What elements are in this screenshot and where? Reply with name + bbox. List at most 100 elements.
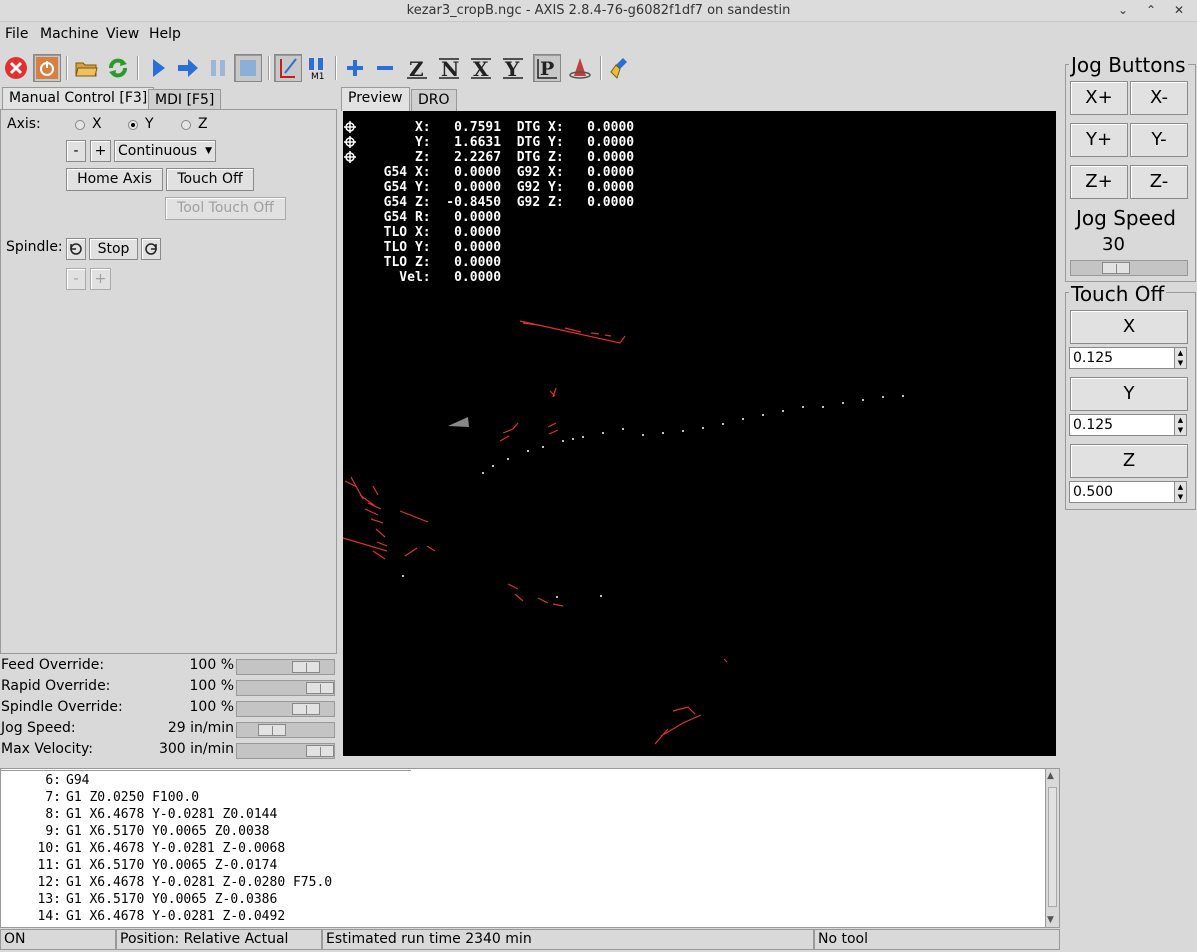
gcode-line[interactable]: 7: G1 Z0.0250 F100.0 — [1, 789, 199, 806]
view-z2-icon[interactable]: N — [435, 54, 463, 82]
touch-off-y-button[interactable]: Y — [1070, 377, 1188, 411]
scroll-up-icon[interactable]: ▲ — [1047, 771, 1054, 781]
axis-y-radio[interactable] — [128, 120, 138, 130]
override-value: 300 in/min — [158, 741, 234, 757]
dro-line: G54 R: 0.0000 — [368, 210, 502, 225]
gcode-listing[interactable]: 6: G94 7: G1 Z0.0250 F100.0 8: G1 X6.4678 Y-0… — [0, 768, 1060, 928]
step-icon[interactable] — [174, 54, 202, 82]
window-titlebar: kezar3_cropB.ngc - AXIS 2.8.4-76-g6082f1… — [0, 0, 1197, 22]
spin-arrows-icon[interactable]: ▲ ▼ — [1174, 348, 1186, 368]
spindle-stop-button[interactable]: Stop — [89, 238, 138, 260]
slider-thumb[interactable] — [292, 703, 320, 715]
override-label: Rapid Override: — [1, 678, 111, 694]
slider-thumb[interactable] — [292, 661, 320, 673]
jog-increment-value: Continuous — [118, 143, 198, 159]
close-window-button[interactable]: ✕ — [1174, 0, 1184, 20]
axis-z-radio[interactable] — [181, 120, 191, 130]
pause-icon[interactable] — [204, 54, 232, 82]
jog-minus-button[interactable]: - — [66, 140, 86, 162]
menu-machine[interactable]: Machine — [40, 26, 99, 42]
jog-x-minus-button[interactable]: X- — [1130, 81, 1188, 115]
touch-off-y-field[interactable]: 0.125 ▲ ▼ — [1069, 414, 1187, 436]
view-z-icon[interactable]: Z — [403, 54, 431, 82]
gcode-line[interactable]: 6: G94 — [1, 772, 89, 789]
svg-text:M1: M1 — [311, 72, 325, 80]
tab-preview[interactable]: Preview — [341, 87, 410, 111]
dro-line: TLO Z: 0.0000 — [368, 255, 502, 270]
rotate-view-icon[interactable] — [566, 54, 594, 82]
gcode-line[interactable]: 10: G1 X6.4678 Y-0.0281 Z-0.0068 — [1, 840, 286, 857]
tab-manual-control[interactable]: Manual Control [F3] — [2, 87, 155, 111]
zoom-in-icon[interactable] — [341, 54, 369, 82]
axis-x-radio[interactable] — [75, 120, 85, 130]
reload-icon[interactable] — [104, 54, 132, 82]
override-slider[interactable] — [236, 659, 335, 675]
gcode-line[interactable]: 9: G1 X6.5170 Y0.0065 Z0.0038 — [1, 823, 269, 840]
override-slider[interactable] — [236, 722, 335, 738]
touch-off-button[interactable]: Touch Off — [166, 168, 254, 191]
gcode-line[interactable]: 11: G1 X6.5170 Y0.0065 Z-0.0174 — [1, 857, 278, 874]
menu-file[interactable]: File — [5, 26, 28, 42]
line-code: G94 — [66, 773, 90, 788]
block-delete-icon[interactable] — [274, 54, 302, 82]
gcode-line[interactable]: 8: G1 X6.4678 Y-0.0281 Z0.0144 — [1, 806, 277, 823]
toolpath-preview[interactable]: X: 0.7591 DTG X: 0.0000 Y: 1.6631 DTG Y:… — [343, 111, 1056, 756]
slider-thumb[interactable] — [306, 745, 334, 757]
spin-arrows-icon[interactable]: ▲ ▼ — [1174, 415, 1186, 435]
jog-y-plus-button[interactable]: Y+ — [1070, 123, 1128, 157]
home-axis-button[interactable]: Home Axis — [66, 168, 163, 191]
gcode-line[interactable]: 13: G1 X6.5170 Y0.0065 Z-0.0386 — [1, 891, 278, 908]
view-x-icon[interactable]: X — [467, 54, 495, 82]
menu-help[interactable]: Help — [149, 26, 181, 42]
touch-off-x-button[interactable]: X — [1070, 310, 1188, 344]
clear-plot-icon[interactable] — [607, 54, 635, 82]
jog-z-minus-button[interactable]: Z- — [1130, 165, 1188, 199]
dro-line: Y: 1.6631 DTG Y: 0.0000 — [368, 135, 635, 150]
spindle-cw-icon[interactable] — [141, 238, 161, 260]
listing-scrollbar[interactable]: ▲ ▼ — [1045, 769, 1059, 927]
jog-speed-slider[interactable] — [1070, 260, 1188, 276]
tab-dro[interactable]: DRO — [411, 89, 457, 111]
spindle-plus-button[interactable]: + — [90, 268, 111, 290]
open-icon[interactable] — [72, 54, 100, 82]
slider-thumb[interactable] — [306, 682, 334, 694]
zoom-out-icon[interactable] — [371, 54, 399, 82]
jog-y-minus-button[interactable]: Y- — [1130, 123, 1188, 157]
line-code: G1 Z0.0250 F100.0 — [66, 790, 200, 805]
jog-x-plus-button[interactable]: X+ — [1070, 81, 1128, 115]
power-icon[interactable] — [33, 54, 61, 82]
gcode-line[interactable]: 14: G1 X6.4678 Y-0.0281 Z-0.0492 — [1, 908, 286, 925]
override-slider[interactable] — [236, 680, 335, 696]
optional-stop-icon[interactable]: M1 — [303, 54, 331, 82]
line-number: 8: — [45, 807, 61, 822]
touch-off-x-field[interactable]: 0.125 ▲ ▼ — [1069, 347, 1187, 369]
view-y-icon[interactable]: Y — [499, 54, 527, 82]
svg-text:N: N — [441, 57, 459, 80]
touch-off-z-field[interactable]: 0.500 ▲ ▼ — [1069, 481, 1187, 503]
minimize-button[interactable]: ⌄ — [1118, 0, 1128, 20]
override-slider[interactable] — [236, 701, 335, 717]
spindle-ccw-icon[interactable] — [66, 238, 86, 260]
menu-view[interactable]: View — [106, 26, 139, 42]
jog-z-plus-button[interactable]: Z+ — [1070, 165, 1128, 199]
spin-arrows-icon[interactable]: ▲ ▼ — [1174, 482, 1186, 502]
scroll-down-icon[interactable]: ▼ — [1047, 915, 1054, 925]
restore-button[interactable]: ⌃ — [1146, 0, 1156, 20]
estop-icon[interactable] — [2, 54, 30, 82]
status-machine-state: ON — [0, 929, 116, 950]
spindle-label: Spindle: — [6, 239, 63, 255]
spindle-minus-button[interactable]: - — [66, 268, 86, 290]
override-slider[interactable] — [236, 743, 335, 759]
run-icon[interactable] — [144, 54, 172, 82]
jog-plus-button[interactable]: + — [90, 140, 111, 162]
tab-mdi[interactable]: MDI [F5] — [148, 89, 222, 111]
gcode-line[interactable]: 12: G1 X6.4678 Y-0.0281 Z-0.0280 F75.0 — [1, 874, 333, 891]
slider-thumb[interactable] — [258, 724, 286, 736]
slider-thumb[interactable] — [1102, 262, 1130, 274]
view-p-icon[interactable]: P — [533, 54, 561, 82]
stop-icon[interactable] — [234, 54, 262, 82]
jog-increment-select[interactable]: Continuous ▼ — [114, 140, 216, 162]
tool-touch-off-button[interactable]: Tool Touch Off — [165, 197, 286, 220]
scroll-thumb[interactable] — [1048, 787, 1057, 907]
touch-off-z-button[interactable]: Z — [1070, 444, 1188, 478]
